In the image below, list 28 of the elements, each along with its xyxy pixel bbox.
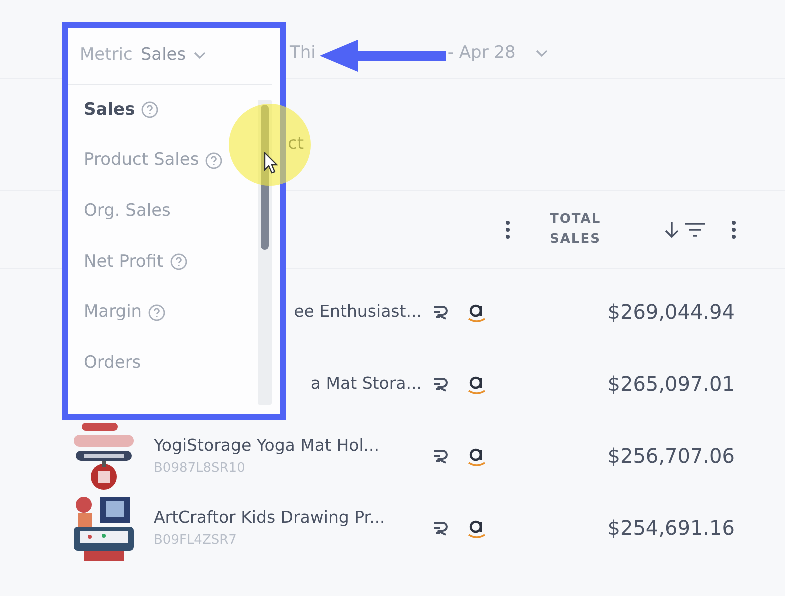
price-text: $254,691.16	[606, 515, 735, 542]
menu-item[interactable]: Sales	[68, 85, 256, 136]
menu-item[interactable]: Orders	[68, 338, 256, 390]
search-text: ct	[288, 132, 304, 156]
menu-item[interactable]: Net Profit	[68, 237, 256, 288]
date-range-text[interactable]: Thi	[290, 40, 316, 66]
product-sku: B0987L8SR10	[154, 460, 246, 478]
metric-selector[interactable]: Metric Sales	[68, 28, 272, 85]
menu-item[interactable]: Margin	[68, 288, 256, 338]
chevron-down-icon	[194, 52, 206, 60]
chevron-down-icon	[536, 50, 548, 58]
metric-value: Sales	[140, 44, 186, 68]
more-icon[interactable]	[505, 220, 511, 240]
more-icon[interactable]	[731, 220, 737, 240]
menu-item[interactable]: Product Sales	[68, 136, 256, 186]
product-name[interactable]: a Mat Stora...	[310, 372, 422, 396]
price-text: $265,097.01	[606, 371, 735, 398]
price-text: $269,044.94	[606, 299, 735, 326]
product-name[interactable]: YogiStorage Yoga Mat Hol...	[154, 434, 422, 459]
product-name[interactable]: ee Enthusiast...	[294, 300, 422, 324]
filter-icon[interactable]	[684, 222, 706, 238]
column-header: TOTAL SALES	[550, 210, 602, 248]
product-name[interactable]: ArtCraftor Kids Drawing Pr...	[154, 506, 422, 531]
date-range-text: - Apr 28	[448, 42, 516, 65]
product-sku: B09FL4ZSR7	[154, 532, 238, 550]
menu-item[interactable]: Org. Sales	[68, 186, 256, 238]
metric-label: Metric	[80, 44, 133, 68]
price-text: $256,707.06	[606, 443, 735, 470]
